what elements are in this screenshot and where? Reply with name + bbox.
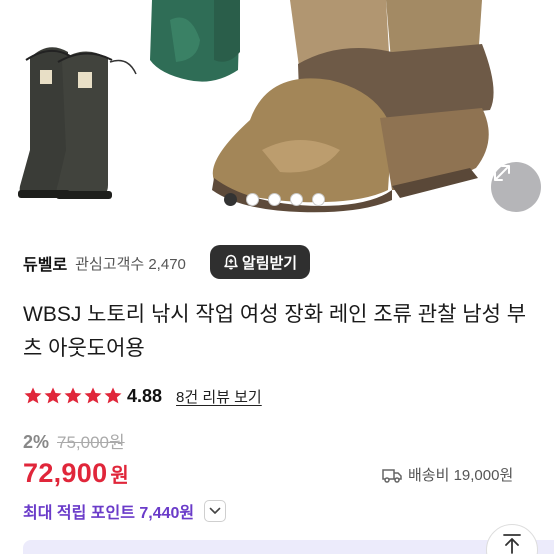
points-expand-button[interactable] [204, 500, 227, 522]
product-title: WBSJ 노토리 낚시 작업 여성 장화 레인 조류 관찰 남성 부츠 아웃도어… [23, 303, 527, 360]
seller-name[interactable]: 듀벨로 [23, 251, 67, 275]
alarm-label: 알림받기 [241, 254, 298, 272]
chevron-down-icon [209, 507, 221, 514]
shipping-text: 배송비 19,000원 [408, 467, 514, 484]
shipping-fee: 배송비 19,000원 [382, 464, 513, 485]
star-rating [23, 386, 123, 406]
max-points: 최대 적립 포인트 7,440원 [23, 505, 195, 522]
star-icon [84, 387, 102, 404]
coupon-banner[interactable] [23, 540, 554, 554]
seller-info: 듀벨로 관심고객수 2,470 [23, 248, 186, 278]
star-icon [44, 387, 62, 404]
arrow-up-icon [503, 534, 521, 554]
boots-product-image [18, 0, 494, 213]
original-price: 75,000원 [57, 433, 125, 452]
review-link[interactable]: 8건 리뷰 보기 [176, 386, 262, 407]
bell-plus-icon [224, 254, 238, 270]
alarm-subscribe-button[interactable]: 알림받기 [210, 245, 310, 279]
gallery-dot-3[interactable] [268, 193, 281, 206]
discount-rate: 2% [23, 432, 50, 452]
current-price: 72,900 [23, 458, 108, 488]
star-icon [64, 387, 82, 404]
expand-image-button[interactable] [491, 162, 541, 212]
product-image-gallery[interactable] [0, 0, 554, 218]
gallery-dot-2[interactable] [246, 193, 259, 206]
gallery-pagination[interactable] [224, 193, 325, 206]
truck-icon [382, 468, 402, 483]
discount-row: 2% 75,000원 [23, 428, 125, 453]
rating-row: 4.88 8건 리뷰 보기 [23, 384, 262, 408]
gallery-dot-5[interactable] [312, 193, 325, 206]
follower-count: 관심고객수 2,470 [75, 255, 186, 273]
points-row: 최대 적립 포인트 7,440원 [23, 499, 227, 523]
expand-arrows-icon [494, 165, 510, 181]
star-icon [24, 387, 42, 404]
price-unit: 원 [110, 465, 129, 487]
gallery-dot-1[interactable] [224, 193, 237, 206]
scroll-top-button[interactable] [486, 524, 538, 554]
star-icon [104, 387, 122, 404]
rating-value: 4.88 [127, 385, 163, 406]
gallery-dot-4[interactable] [290, 193, 303, 206]
price-row: 72,900 원 [23, 458, 129, 489]
